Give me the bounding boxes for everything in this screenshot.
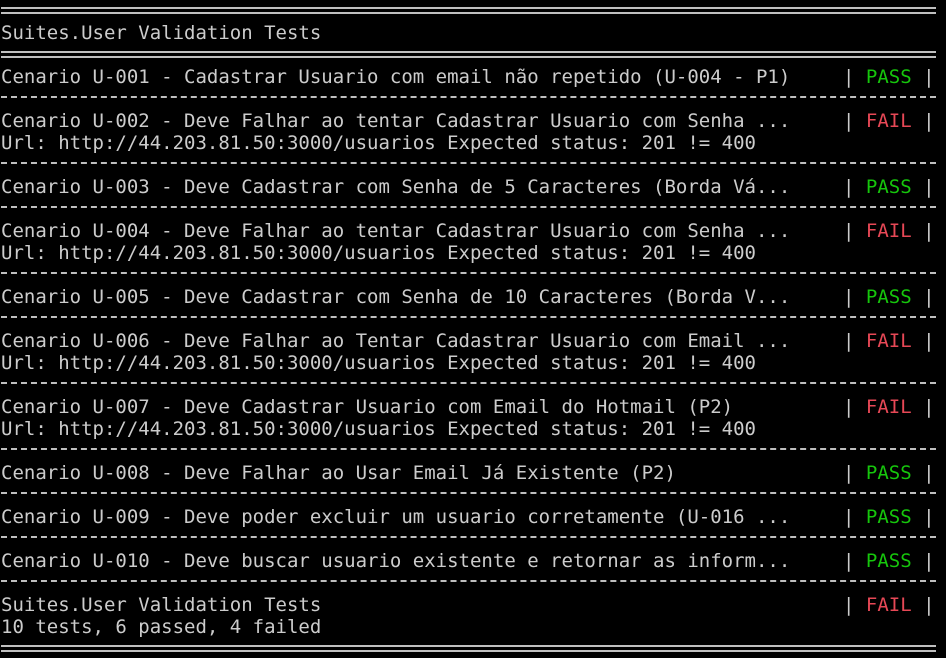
separator-dashed xyxy=(0,154,946,176)
test-results-list: Cenario U-001 - Cadastrar Usuario com em… xyxy=(0,66,946,594)
test-status-cell: | PASS | xyxy=(843,550,935,572)
test-row: Cenario U-003 - Deve Cadastrar com Senha… xyxy=(0,176,946,198)
test-failure-detail: Url: http://44.203.81.50:3000/usuarios E… xyxy=(1,242,756,264)
separator-dashed xyxy=(0,484,946,506)
test-status-cell: | PASS | xyxy=(843,286,935,308)
test-status-cell: | FAIL | xyxy=(843,396,935,418)
terminal-window[interactable]: Suites.User Validation Tests Cenario U-0… xyxy=(0,0,946,658)
test-failure-detail: Url: http://44.203.81.50:3000/usuarios E… xyxy=(1,132,756,154)
test-status-cell: | FAIL | xyxy=(843,220,935,242)
test-failure-detail: Url: http://44.203.81.50:3000/usuarios E… xyxy=(1,352,756,374)
separator-dashed xyxy=(0,572,946,594)
test-row: Cenario U-005 - Deve Cadastrar com Senha… xyxy=(0,286,946,308)
test-row: Cenario U-006 - Deve Falhar ao Tentar Ca… xyxy=(0,330,946,352)
test-name: Cenario U-004 - Deve Falhar ao tentar Ca… xyxy=(1,220,791,242)
test-status-badge: FAIL xyxy=(865,220,912,242)
test-name: Cenario U-006 - Deve Falhar ao Tentar Ca… xyxy=(1,330,791,352)
test-name: Cenario U-005 - Deve Cadastrar com Senha… xyxy=(1,286,791,308)
test-name: Cenario U-001 - Cadastrar Usuario com em… xyxy=(1,66,791,88)
separator-double xyxy=(0,638,946,658)
separator-double xyxy=(0,44,946,66)
separator-dashed xyxy=(0,374,946,396)
test-status-badge: PASS xyxy=(865,462,912,484)
test-row: Cenario U-010 - Deve buscar usuario exis… xyxy=(0,550,946,572)
test-name: Cenario U-008 - Deve Falhar ao Usar Emai… xyxy=(1,462,676,484)
test-status-cell: | PASS | xyxy=(843,66,935,88)
test-status-badge: PASS xyxy=(865,550,912,572)
summary-title: Suites.User Validation Tests xyxy=(1,594,322,616)
separator-double xyxy=(0,0,946,22)
test-status-cell: | PASS | xyxy=(843,506,935,528)
test-row: Cenario U-004 - Deve Falhar ao tentar Ca… xyxy=(0,220,946,242)
test-row: Cenario U-002 - Deve Falhar ao tentar Ca… xyxy=(0,110,946,132)
suite-header-title: Suites.User Validation Tests xyxy=(1,22,322,44)
separator-dashed xyxy=(0,440,946,462)
separator-dashed xyxy=(0,198,946,220)
test-row: Cenario U-007 - Deve Cadastrar Usuario c… xyxy=(0,396,946,418)
test-name: Cenario U-003 - Deve Cadastrar com Senha… xyxy=(1,176,791,198)
test-status-badge: PASS xyxy=(865,286,912,308)
test-name: Cenario U-010 - Deve buscar usuario exis… xyxy=(1,550,791,572)
separator-dashed xyxy=(0,308,946,330)
separator-dashed xyxy=(0,264,946,286)
test-row: Cenario U-001 - Cadastrar Usuario com em… xyxy=(0,66,946,88)
summary-status-cell: | FAIL | xyxy=(843,594,935,616)
test-name: Cenario U-002 - Deve Falhar ao tentar Ca… xyxy=(1,110,791,132)
test-name: Cenario U-009 - Deve poder excluir um us… xyxy=(1,506,791,528)
test-status-badge: FAIL xyxy=(865,330,912,352)
summary-stats: 10 tests, 6 passed, 4 failed xyxy=(1,616,322,638)
test-status-cell: | FAIL | xyxy=(843,110,935,132)
test-status-cell: | PASS | xyxy=(843,462,935,484)
test-status-cell: | FAIL | xyxy=(843,330,935,352)
test-status-badge: FAIL xyxy=(865,396,912,418)
test-status-cell: | PASS | xyxy=(843,176,935,198)
test-row: Cenario U-008 - Deve Falhar ao Usar Emai… xyxy=(0,462,946,484)
summary-status: FAIL xyxy=(865,594,912,616)
separator-dashed xyxy=(0,88,946,110)
test-row: Cenario U-009 - Deve poder excluir um us… xyxy=(0,506,946,528)
test-status-badge: PASS xyxy=(865,66,912,88)
separator-dashed xyxy=(0,528,946,550)
test-status-badge: FAIL xyxy=(865,110,912,132)
summary-row: Suites.User Validation Tests | FAIL | xyxy=(0,594,946,616)
test-failure-detail: Url: http://44.203.81.50:3000/usuarios E… xyxy=(1,418,756,440)
test-status-badge: PASS xyxy=(865,506,912,528)
test-status-badge: PASS xyxy=(865,176,912,198)
test-name: Cenario U-007 - Deve Cadastrar Usuario c… xyxy=(1,396,734,418)
